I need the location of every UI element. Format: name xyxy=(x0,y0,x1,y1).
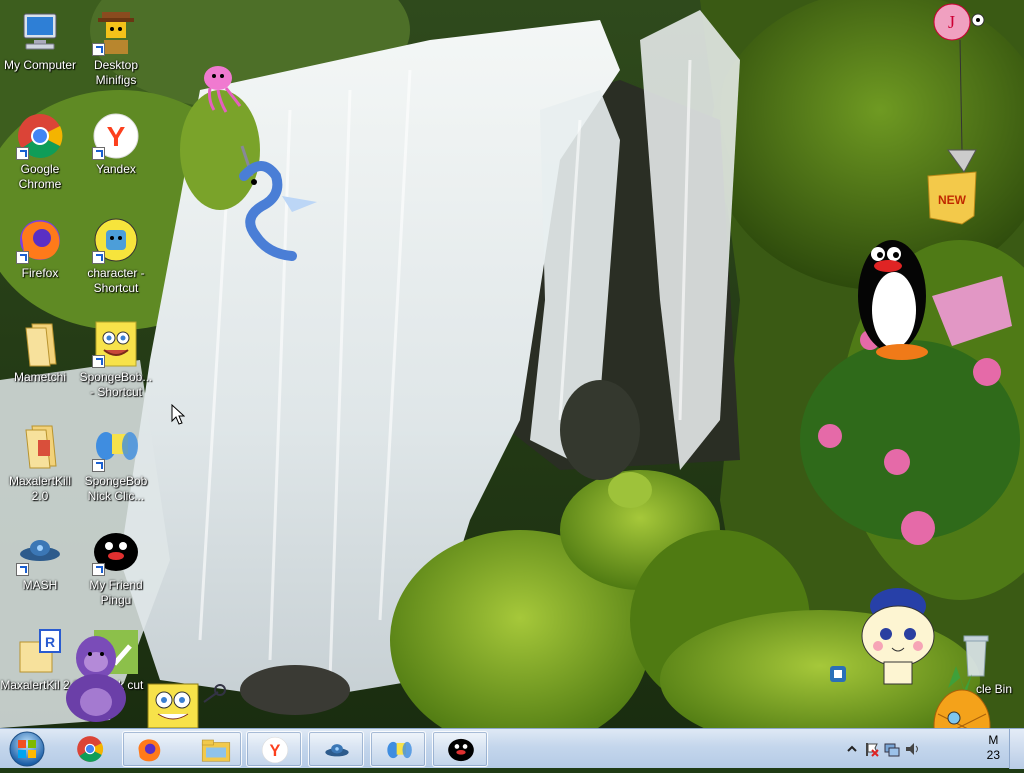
new-badge-label: NEW xyxy=(938,193,967,207)
shortcut-arrow-icon xyxy=(92,563,105,576)
folder-document-icon xyxy=(16,424,64,472)
computer-icon xyxy=(16,8,64,56)
spongebob-icon xyxy=(92,320,140,368)
desktop-icon-my-computer[interactable]: My Computer xyxy=(0,8,80,73)
penguin-toy[interactable] xyxy=(852,236,1022,371)
desktop-icon-desktop-minifigs[interactable]: Desktop Minifigs xyxy=(76,8,156,88)
document-icon: R xyxy=(16,628,64,676)
svg-text:Y: Y xyxy=(270,742,281,760)
pingu-icon xyxy=(448,738,474,762)
shortcut-arrow-icon xyxy=(16,147,29,160)
pink-jellyfish-toy[interactable] xyxy=(196,60,256,125)
desktop-icon-label: Google Chrome xyxy=(18,162,62,191)
desktop-icon-label: character - Shortcut xyxy=(87,266,145,295)
desktop-icon-label: My Computer xyxy=(3,58,77,72)
clock-date: 23 xyxy=(986,748,1000,762)
desktop-icon-label: Yandex xyxy=(96,162,136,176)
system-tray: M 23 xyxy=(834,729,1024,769)
mash-icon xyxy=(16,528,64,576)
taskbar-group-button[interactable] xyxy=(122,731,242,767)
desktop-icon-label: SpongeBob Nick Clic... xyxy=(84,474,148,503)
yandex-icon: Y xyxy=(92,112,140,160)
taskbar-yandex-button[interactable]: Y xyxy=(246,731,302,767)
yandex-icon: Y xyxy=(261,736,289,764)
windows-start-orb-icon xyxy=(9,731,45,767)
character-icon xyxy=(92,216,140,264)
show-desktop-button[interactable] xyxy=(1009,729,1024,769)
desktop-icon-my-friend-pingu[interactable]: My Friend Pingu xyxy=(76,528,156,608)
desktop-icon-google-chrome[interactable]: Google Chrome xyxy=(0,112,80,192)
mouse-cursor xyxy=(171,403,186,431)
shortcut-arrow-icon xyxy=(92,459,105,472)
svg-text:Y: Y xyxy=(107,121,126,152)
new-badge-toy[interactable]: NEW xyxy=(922,168,984,233)
pingu-icon xyxy=(92,528,140,576)
folder-icon xyxy=(16,320,64,368)
desktop-icon-label: Firefox xyxy=(21,266,59,280)
network-icon[interactable] xyxy=(884,741,900,757)
taskbar-mash-button[interactable] xyxy=(308,731,364,767)
action-center-flag-icon[interactable] xyxy=(864,741,880,757)
chrome-icon xyxy=(77,736,104,762)
desktop-icon-label: My Friend Pingu xyxy=(89,578,143,607)
desktop-icon-label: Desktop Minifigs xyxy=(93,58,139,87)
tray-popup-icon[interactable] xyxy=(828,664,848,689)
desktop-icon-mametchi[interactable]: Mametchi xyxy=(0,320,80,385)
clock-time: M xyxy=(988,733,999,747)
shortcut-arrow-icon xyxy=(92,251,105,264)
desktop-icon-character-shortcut[interactable]: character - Shortcut xyxy=(76,216,156,296)
shortcut-arrow-icon xyxy=(16,563,29,576)
desktop-icon-label: MaxalertKill 2.0 xyxy=(8,474,71,503)
minifig-icon xyxy=(92,8,140,56)
desktop-icon-firefox[interactable]: Firefox xyxy=(0,216,80,281)
mash-icon xyxy=(325,744,349,757)
purple-gorilla-toy[interactable] xyxy=(60,628,136,733)
desktop-icon-yandex[interactable]: Y Yandex xyxy=(76,112,156,177)
desktop-icon-label: SpongeBob... - Shortcut xyxy=(79,370,153,399)
start-button[interactable] xyxy=(4,730,50,768)
shortcut-arrow-icon xyxy=(16,251,29,264)
unicorn-seahorse-toy[interactable] xyxy=(222,136,322,281)
taskbar: Y M 23 xyxy=(0,728,1024,769)
desktop-icon-spongebob-shortcut[interactable]: SpongeBob... - Shortcut xyxy=(76,320,156,400)
shortcut-arrow-icon xyxy=(92,147,105,160)
shortcut-arrow-icon xyxy=(92,355,105,368)
shortcut-arrow-icon xyxy=(92,43,105,56)
taskbar-pingu-button[interactable] xyxy=(432,731,488,767)
show-hidden-icons-chevron-icon[interactable] xyxy=(844,741,860,757)
taskbar-spongebob-nick-button[interactable] xyxy=(370,731,426,767)
desktop-icon-maxalertkill[interactable]: MaxalertKill 2.0 xyxy=(0,424,80,504)
file-explorer-icon xyxy=(201,739,231,762)
firefox-icon xyxy=(16,216,64,264)
svg-text:J: J xyxy=(948,12,955,32)
svg-text:R: R xyxy=(45,634,55,650)
desktop-icon-spongebob-nick[interactable]: SpongeBob Nick Clic... xyxy=(76,424,156,504)
desktop-icon-label: MASH xyxy=(22,578,58,592)
taskbar-clock[interactable]: M 23 xyxy=(987,733,1000,763)
desktop-icon-mash[interactable]: MASH xyxy=(0,528,80,593)
firefox-icon xyxy=(138,739,161,762)
desktop-icon-label: Mametchi xyxy=(13,370,66,384)
spongebob-nick-icon xyxy=(387,741,412,759)
volume-icon[interactable] xyxy=(904,741,920,757)
spongebob-nick-icon xyxy=(92,424,140,472)
chrome-icon xyxy=(16,112,64,160)
taskbar-chrome-button[interactable] xyxy=(62,731,118,767)
